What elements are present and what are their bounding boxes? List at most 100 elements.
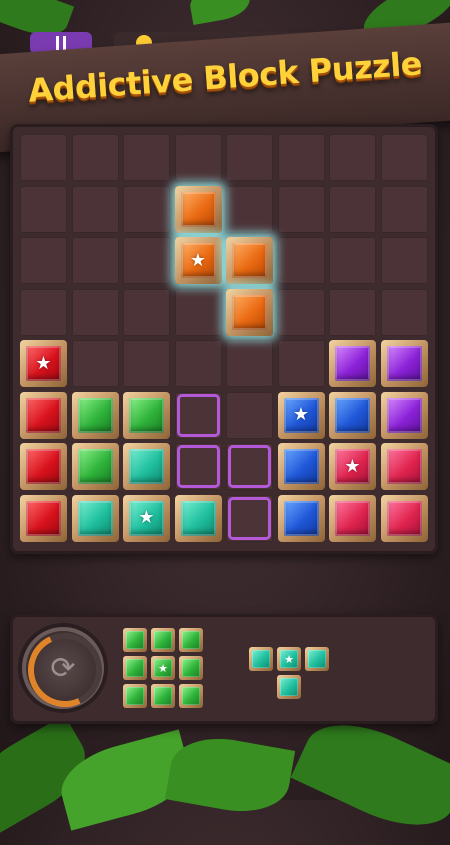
board-cell[interactable] [20,185,67,233]
gem-face [182,687,200,705]
board-cell[interactable] [123,237,170,284]
gem-face [126,659,144,677]
tray-block-teal: ★ [277,647,301,671]
gem-face [129,397,164,433]
gem-face: ★ [335,449,370,484]
board-cell[interactable] [226,134,273,181]
gem-block-green [71,391,119,439]
tray-block-green [151,684,175,708]
gem-face [26,449,61,484]
gem-block-teal [123,443,170,490]
gem-face [335,397,370,433]
board-cell[interactable] [71,185,119,233]
active-piece-block[interactable] [226,288,273,336]
gem-face [180,500,216,536]
board-cell[interactable] [329,185,376,233]
board-cell[interactable] [380,134,428,181]
gem-block-teal [71,494,119,542]
gem-face [154,631,172,649]
board-cell[interactable] [71,340,119,387]
gem-face [308,650,326,668]
active-piece-block[interactable]: ★ [174,237,222,284]
active-piece-block[interactable] [174,185,222,233]
game-board[interactable]: ★ ★ ★ ★ ★ [10,124,438,554]
tray-block-teal [305,647,329,671]
board-cell[interactable] [123,340,170,387]
board-cell[interactable] [329,134,376,181]
board-cell[interactable] [20,237,67,284]
board-cell[interactable] [277,237,325,284]
board-cell[interactable] [226,340,273,387]
tray-block-green [179,628,203,652]
gem-block-pink [380,494,428,542]
board-cell[interactable] [20,288,67,336]
board-cell[interactable] [277,134,325,181]
gem-face [77,449,113,484]
board-cell[interactable] [174,288,222,336]
placement-hint-outline [176,393,220,437]
gem-block-green [71,443,119,490]
board-cell[interactable] [329,288,376,336]
board-cell[interactable] [277,288,325,336]
board-cell[interactable] [277,340,325,387]
board-cell[interactable] [174,134,222,181]
board-cell[interactable] [380,288,428,336]
gem-face [129,449,164,484]
board-cell[interactable] [20,134,67,181]
tray-piece-square[interactable]: ★ [123,628,207,712]
board-cell[interactable] [71,134,119,181]
tray-block-green [151,628,175,652]
star-icon: ★ [138,507,155,528]
board-cell[interactable] [123,288,170,336]
gem-block-purple [329,340,376,387]
active-piece-block[interactable] [226,237,273,284]
gem-face [280,678,298,696]
rotate-icon: ⟳ [50,650,76,686]
gem-face [252,650,270,668]
gem-face [283,500,319,536]
leaf-decoration [164,730,296,820]
gem-block-teal: ★ [123,494,170,542]
gem-block-blue [277,494,325,542]
star-icon: ★ [344,455,361,477]
leaf-decoration [187,0,253,25]
board-cell[interactable] [380,237,428,284]
placement-hint-outline [228,445,271,488]
pause-icon [56,36,66,50]
board-cell[interactable] [71,237,119,284]
tray-block-green [123,684,147,708]
board-cell[interactable] [123,134,170,181]
gem-block-purple [380,391,428,439]
gem-block-blue [277,443,325,490]
star-icon: ★ [292,404,310,425]
gem-face [180,191,216,227]
board-cell[interactable] [277,185,325,233]
board-cell[interactable] [226,185,273,233]
gem-block-teal [174,494,222,542]
tray-block-green [179,684,203,708]
gem-face [386,449,422,484]
tray-block-green [123,628,147,652]
gem-face [26,397,61,433]
star-icon: ★ [284,652,294,666]
gem-face [77,397,113,433]
gem-face [182,659,200,677]
tray-block-green [123,656,147,680]
gem-face: ★ [129,500,164,536]
gem-block-red [20,391,67,439]
board-cell[interactable] [174,340,222,387]
board-cell[interactable] [123,185,170,233]
tray-piece-t[interactable]: ★ [249,647,333,703]
gem-block-blue: ★ [277,391,325,439]
board-cell[interactable] [380,185,428,233]
gem-face [182,631,200,649]
board-cell[interactable] [329,237,376,284]
gem-block-green [123,391,170,439]
board-cell[interactable] [71,288,119,336]
gem-block-blue [329,391,376,439]
gem-block-red: ★ [20,340,67,387]
gem-face [77,500,113,536]
board-cell[interactable] [226,391,273,439]
gem-block-pink [329,494,376,542]
rotate-button[interactable]: ⟳ [17,622,113,718]
